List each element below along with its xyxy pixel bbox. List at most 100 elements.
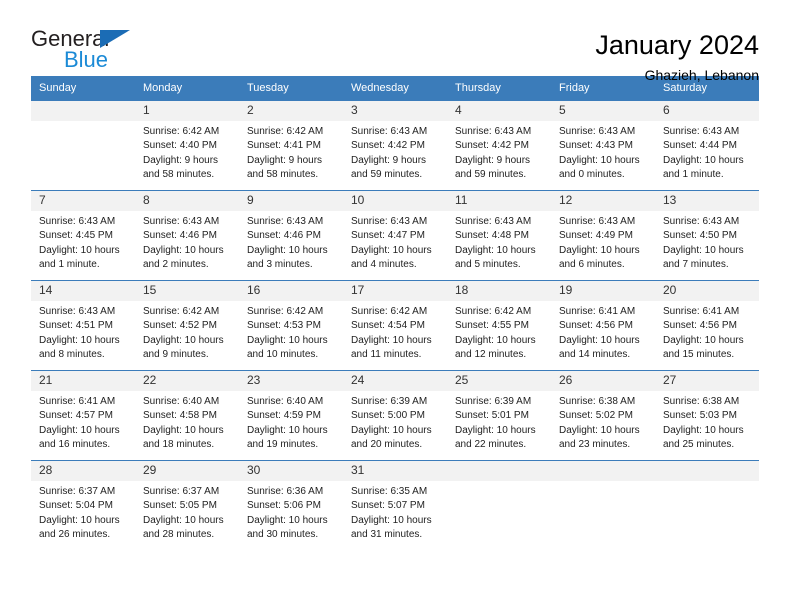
calendar-day-cell[interactable]: 31 Sunrise: 6:35 AM Sunset: 5:07 PM Dayligh… — [343, 460, 447, 551]
calendar-day-cell[interactable]: 12 Sunrise: 6:43 AM Sunset: 4:49 PM Dayligh… — [551, 190, 655, 281]
day-number: 10 — [343, 191, 447, 211]
calendar-day-cell[interactable]: 7 Sunrise: 6:43 AM Sunset: 4:45 PM Daylight… — [31, 190, 135, 281]
sunset-text: Sunset: 4:44 PM — [663, 140, 737, 152]
daylight-text-line2: and 4 minutes. — [351, 259, 417, 271]
sunrise-text: Sunrise: 6:41 AM — [663, 306, 740, 317]
calendar-day-cell[interactable]: 19 Sunrise: 6:41 AM Sunset: 4:56 PM Dayligh… — [551, 280, 655, 371]
day-number: 18 — [447, 281, 551, 301]
daylight-text-line1: Daylight: 10 hours — [559, 334, 640, 346]
sunset-text: Sunset: 4:56 PM — [663, 320, 737, 332]
daylight-text-line1: Daylight: 10 hours — [559, 154, 640, 166]
daylight-text-line1: Daylight: 10 hours — [39, 514, 120, 526]
daylight-text-line1: Daylight: 10 hours — [247, 244, 328, 256]
calendar-day-cell[interactable]: 13 Sunrise: 6:43 AM Sunset: 4:50 PM Dayligh… — [655, 190, 759, 281]
calendar-day-cell[interactable]: 8 Sunrise: 6:43 AM Sunset: 4:46 PM Daylight… — [135, 190, 239, 281]
calendar-table: Sunday Monday Tuesday Wednesday Thursday… — [31, 76, 759, 551]
daylight-text-line2: and 23 minutes. — [559, 439, 631, 451]
daylight-text-line1: Daylight: 10 hours — [143, 244, 224, 256]
day-number: 4 — [447, 101, 551, 121]
sunrise-text: Sunrise: 6:38 AM — [663, 396, 740, 407]
calendar-day-cell[interactable]: 11 Sunrise: 6:43 AM Sunset: 4:48 PM Dayligh… — [447, 190, 551, 281]
daylight-text-line1: Daylight: 10 hours — [247, 514, 328, 526]
calendar-day-cell[interactable]: 16 Sunrise: 6:42 AM Sunset: 4:53 PM Dayligh… — [239, 280, 343, 371]
general-blue-logo[interactable]: General Blue — [31, 28, 141, 74]
sunrise-text: Sunrise: 6:43 AM — [143, 216, 220, 227]
daylight-text-line2: and 7 minutes. — [663, 259, 729, 271]
sunrise-text: Sunrise: 6:42 AM — [143, 306, 220, 317]
sunset-text: Sunset: 4:46 PM — [143, 230, 217, 242]
sunrise-text: Sunrise: 6:43 AM — [663, 126, 740, 137]
daylight-text-line2: and 11 minutes. — [351, 349, 422, 361]
sunset-text: Sunset: 4:50 PM — [663, 230, 737, 242]
calendar-day-cell[interactable]: 22 Sunrise: 6:40 AM Sunset: 4:58 PM Dayligh… — [135, 370, 239, 461]
calendar-day-cell[interactable]: 24 Sunrise: 6:39 AM Sunset: 5:00 PM Dayligh… — [343, 370, 447, 461]
daylight-text-line2: and 31 minutes. — [351, 529, 423, 541]
daylight-text-line1: Daylight: 10 hours — [39, 244, 120, 256]
sunrise-text: Sunrise: 6:43 AM — [39, 216, 116, 227]
sunset-text: Sunset: 4:52 PM — [143, 320, 217, 332]
sunrise-text: Sunrise: 6:36 AM — [247, 486, 324, 497]
sunset-text: Sunset: 4:51 PM — [39, 320, 113, 332]
day-info: Sunrise: 6:40 AM Sunset: 4:59 PM Daylight:… — [239, 391, 343, 453]
calendar-day-cell[interactable]: 4 Sunrise: 6:43 AM Sunset: 4:42 PM Daylight… — [447, 100, 551, 191]
calendar-day-cell[interactable]: 10 Sunrise: 6:43 AM Sunset: 4:47 PM Dayligh… — [343, 190, 447, 281]
sunrise-text: Sunrise: 6:40 AM — [143, 396, 220, 407]
daylight-text-line2: and 8 minutes. — [39, 349, 105, 361]
sunset-text: Sunset: 4:46 PM — [247, 230, 321, 242]
day-number — [551, 461, 655, 481]
calendar-day-cell[interactable]: 6 Sunrise: 6:43 AM Sunset: 4:44 PM Daylight… — [655, 100, 759, 191]
day-info: Sunrise: 6:43 AM Sunset: 4:51 PM Daylight:… — [31, 301, 135, 363]
daylight-text-line2: and 28 minutes. — [143, 529, 215, 541]
sunset-text: Sunset: 5:07 PM — [351, 500, 425, 512]
daylight-text-line2: and 25 minutes. — [663, 439, 735, 451]
day-info: Sunrise: 6:38 AM Sunset: 5:03 PM Daylight:… — [655, 391, 759, 453]
weekday-header-wednesday: Wednesday — [343, 76, 447, 101]
daylight-text-line1: Daylight: 10 hours — [455, 424, 536, 436]
daylight-text-line2: and 19 minutes. — [247, 439, 319, 451]
daylight-text-line1: Daylight: 10 hours — [143, 514, 224, 526]
day-number: 20 — [655, 281, 759, 301]
calendar-empty-cell — [655, 460, 759, 551]
calendar-day-cell[interactable]: 26 Sunrise: 6:38 AM Sunset: 5:02 PM Dayligh… — [551, 370, 655, 461]
calendar-day-cell[interactable]: 18 Sunrise: 6:42 AM Sunset: 4:55 PM Dayligh… — [447, 280, 551, 371]
calendar-day-cell[interactable]: 1 Sunrise: 6:42 AM Sunset: 4:40 PM Daylight… — [135, 100, 239, 191]
calendar-day-cell[interactable]: 15 Sunrise: 6:42 AM Sunset: 4:52 PM Dayligh… — [135, 280, 239, 371]
calendar-day-cell[interactable]: 28 Sunrise: 6:37 AM Sunset: 5:04 PM Dayligh… — [31, 460, 135, 551]
sunrise-text: Sunrise: 6:39 AM — [351, 396, 428, 407]
sunset-text: Sunset: 4:45 PM — [39, 230, 113, 242]
day-info: Sunrise: 6:42 AM Sunset: 4:55 PM Daylight:… — [447, 301, 551, 363]
sunset-text: Sunset: 5:02 PM — [559, 410, 633, 422]
sunrise-text: Sunrise: 6:37 AM — [143, 486, 220, 497]
sunrise-text: Sunrise: 6:43 AM — [351, 126, 428, 137]
daylight-text-line1: Daylight: 10 hours — [663, 334, 744, 346]
calendar-day-cell[interactable]: 20 Sunrise: 6:41 AM Sunset: 4:56 PM Dayligh… — [655, 280, 759, 371]
calendar-day-cell[interactable]: 3 Sunrise: 6:43 AM Sunset: 4:42 PM Daylight… — [343, 100, 447, 191]
day-info: Sunrise: 6:43 AM Sunset: 4:46 PM Daylight:… — [135, 211, 239, 273]
calendar-day-cell[interactable]: 23 Sunrise: 6:40 AM Sunset: 4:59 PM Dayligh… — [239, 370, 343, 461]
calendar-day-cell[interactable]: 21 Sunrise: 6:41 AM Sunset: 4:57 PM Dayligh… — [31, 370, 135, 461]
calendar-day-cell[interactable]: 30 Sunrise: 6:36 AM Sunset: 5:06 PM Dayligh… — [239, 460, 343, 551]
sunrise-text: Sunrise: 6:40 AM — [247, 396, 324, 407]
sunrise-text: Sunrise: 6:41 AM — [559, 306, 636, 317]
daylight-text-line2: and 14 minutes. — [559, 349, 631, 361]
daylight-text-line2: and 22 minutes. — [455, 439, 527, 451]
daylight-text-line2: and 30 minutes. — [247, 529, 319, 541]
page-header: General Blue January 2024 Ghazieh, Leban… — [0, 0, 792, 84]
day-number: 21 — [31, 371, 135, 391]
calendar-day-cell[interactable]: 17 Sunrise: 6:42 AM Sunset: 4:54 PM Dayligh… — [343, 280, 447, 371]
day-info: Sunrise: 6:43 AM Sunset: 4:49 PM Daylight:… — [551, 211, 655, 273]
calendar-day-cell[interactable]: 27 Sunrise: 6:38 AM Sunset: 5:03 PM Dayligh… — [655, 370, 759, 461]
calendar-day-cell[interactable]: 14 Sunrise: 6:43 AM Sunset: 4:51 PM Dayligh… — [31, 280, 135, 371]
calendar-day-cell[interactable]: 5 Sunrise: 6:43 AM Sunset: 4:43 PM Daylight… — [551, 100, 655, 191]
daylight-text-line2: and 16 minutes. — [39, 439, 111, 451]
daylight-text-line1: Daylight: 10 hours — [351, 334, 432, 346]
weekday-header-tuesday: Tuesday — [239, 76, 343, 101]
day-number: 27 — [655, 371, 759, 391]
calendar-day-cell[interactable]: 2 Sunrise: 6:42 AM Sunset: 4:41 PM Daylight… — [239, 100, 343, 191]
sunset-text: Sunset: 4:53 PM — [247, 320, 321, 332]
calendar-day-cell[interactable]: 25 Sunrise: 6:39 AM Sunset: 5:01 PM Dayligh… — [447, 370, 551, 461]
daylight-text-line2: and 59 minutes. — [455, 169, 527, 181]
calendar-day-cell[interactable]: 9 Sunrise: 6:43 AM Sunset: 4:46 PM Daylight… — [239, 190, 343, 281]
calendar-day-cell[interactable]: 29 Sunrise: 6:37 AM Sunset: 5:05 PM Dayligh… — [135, 460, 239, 551]
sunset-text: Sunset: 4:42 PM — [351, 140, 425, 152]
